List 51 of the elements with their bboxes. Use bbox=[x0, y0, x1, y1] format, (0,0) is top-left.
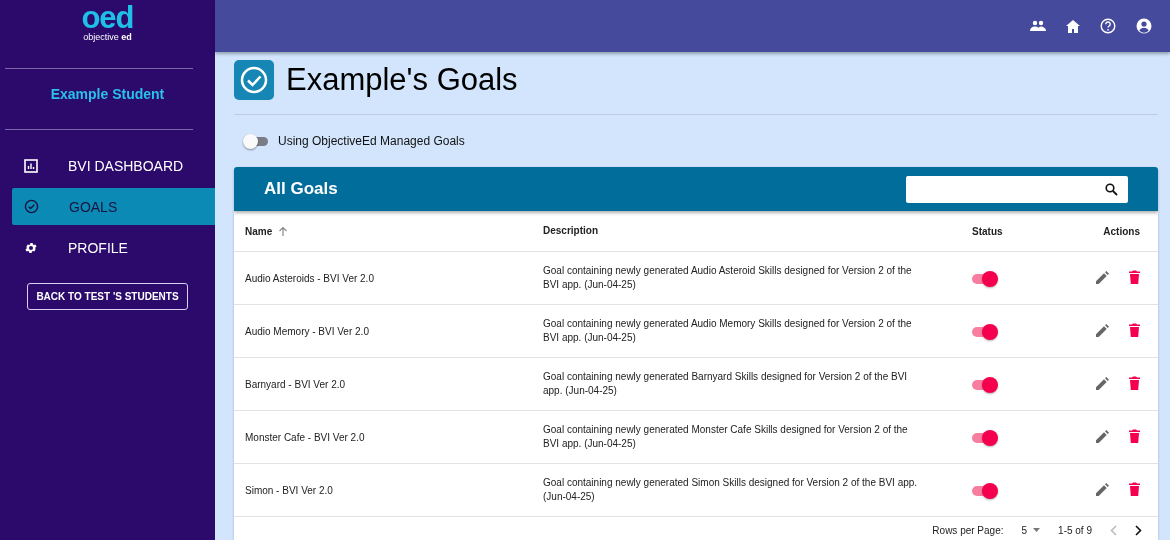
goal-name: Audio Memory - BVI Ver 2.0 bbox=[245, 325, 369, 337]
page-title: Example's Goals bbox=[286, 62, 518, 98]
goal-name: Monster Cafe - BVI Ver 2.0 bbox=[245, 431, 365, 443]
rows-per-page-label: Rows per Page: bbox=[932, 524, 1004, 536]
column-header: Description bbox=[543, 224, 598, 236]
edit-icon[interactable] bbox=[1096, 270, 1109, 284]
trash-icon[interactable] bbox=[1129, 482, 1140, 497]
trash-icon[interactable] bbox=[1129, 376, 1140, 391]
next-page-icon[interactable] bbox=[1135, 524, 1142, 536]
goal-description: Goal containing newly generated Monster Cafe Skills designed for Version 2 of the BVI app. (Jun-04-25) bbox=[543, 423, 908, 449]
toggle-label: Using ObjectiveEd Managed Goals bbox=[278, 134, 465, 148]
goal-check-icon bbox=[234, 60, 274, 100]
page-range: 1-5 of 9 bbox=[1058, 524, 1092, 536]
back-button[interactable]: BACK TO TEST 'S STUDENTS bbox=[27, 283, 188, 310]
sort-arrow-icon[interactable] bbox=[278, 225, 289, 237]
toggle-switch[interactable] bbox=[246, 136, 268, 146]
trash-icon[interactable] bbox=[1129, 270, 1140, 285]
nav-item[interactable]: BVI DASHBOARD bbox=[12, 147, 215, 184]
goal-name: Barnyard - BVI Ver 2.0 bbox=[245, 378, 346, 390]
edit-icon[interactable] bbox=[1096, 323, 1109, 337]
logo-tagline: objective ed bbox=[83, 32, 132, 42]
edit-icon[interactable] bbox=[1096, 376, 1109, 390]
column-header: Status bbox=[972, 225, 1003, 237]
goal-description: Goal containing newly generated Audio Memory Skills designed for Version 2 of the BVI app. (Jun-04-25) bbox=[543, 317, 912, 343]
goal-description: Goal containing newly generated Audio Asteroid Skills designed for Version 2 of the BVI app. (Jun-04-25) bbox=[543, 264, 912, 290]
logo-mark: oed bbox=[81, 4, 134, 32]
column-header: Actions bbox=[1103, 225, 1140, 237]
check-circle-icon bbox=[24, 199, 39, 214]
student-name: Example Student bbox=[49, 85, 166, 104]
trash-icon[interactable] bbox=[1129, 429, 1140, 444]
settings-icon bbox=[24, 240, 38, 255]
search-icon[interactable] bbox=[1105, 182, 1118, 196]
nav-item[interactable]: PROFILE bbox=[12, 229, 215, 266]
table-title: All Goals bbox=[264, 179, 338, 199]
goal-description: Goal containing newly generated Simon Skills designed for Version 2 of the BVI app. (Jun-04-25) bbox=[543, 476, 918, 502]
help-icon[interactable] bbox=[1100, 18, 1116, 34]
goal-name: Audio Asteroids - BVI Ver 2.0 bbox=[245, 272, 374, 284]
search-field[interactable] bbox=[906, 175, 1128, 203]
trash-icon[interactable] bbox=[1129, 323, 1140, 338]
home-icon[interactable] bbox=[1066, 19, 1080, 33]
goal-name: Simon - BVI Ver 2.0 bbox=[245, 484, 333, 496]
nav-item[interactable]: GOALS bbox=[12, 188, 215, 225]
column-header[interactable]: Name bbox=[245, 225, 273, 237]
people-icon[interactable] bbox=[1030, 20, 1046, 32]
caret-icon bbox=[1033, 528, 1041, 532]
rows-per-page-select[interactable]: 5 bbox=[1021, 524, 1041, 536]
account-icon[interactable] bbox=[1136, 18, 1152, 34]
edit-icon[interactable] bbox=[1096, 429, 1109, 443]
chart-icon bbox=[24, 158, 38, 173]
goal-description: Goal containing newly generated Barnyard Skills designed for Version 2 of the BVI app. (Jun-04-25) bbox=[543, 370, 908, 396]
edit-icon[interactable] bbox=[1096, 482, 1109, 496]
